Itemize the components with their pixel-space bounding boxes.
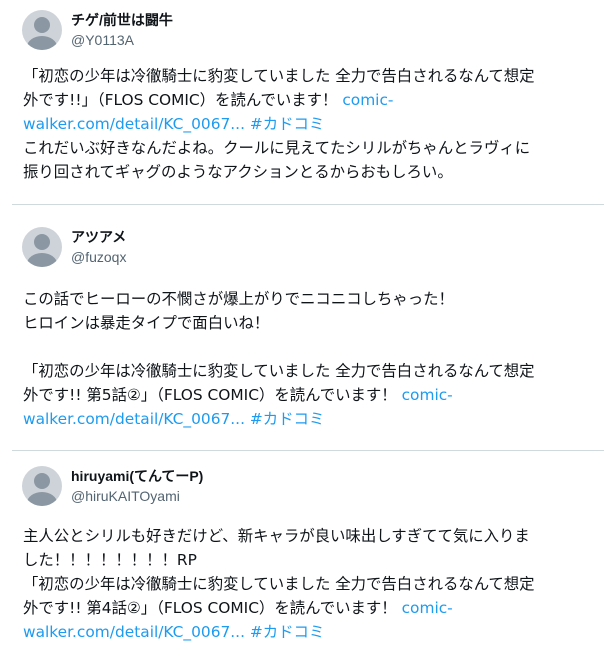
text-segment: 振り回されてギャグのようなアクションとるからおもしろい。: [23, 163, 453, 181]
text-segment: この話でヒーローの不憫さが爆上がりでニコニコしちゃった！: [23, 290, 454, 308]
text-segment: 外です!!」（FLOS COMIC）を読んでいます！: [23, 91, 343, 109]
tweet-text-line: 外です!!」（FLOS COMIC）を読んでいます！ comic-: [23, 88, 613, 112]
tweet-text: 「初恋の少年は冷徹騎士に豹変していました 全力で告白されるなんて想定 外です!!」…: [23, 64, 613, 184]
tweet-feed: チゲ/前世は闘牛 @Y0113A 「初恋の少年は冷徹騎士に豹変していました 全力…: [0, 0, 616, 656]
tweet-text-line: walker.com/detail/KC_0067... #カドコミ: [23, 407, 613, 431]
text-segment: 「初恋の少年は冷徹騎士に豹変していました 全力で告白されるなんて想定: [23, 362, 535, 380]
text-segment: 「初恋の少年は冷徹騎士に豹変していました 全力で告白されるなんて想定: [23, 67, 535, 85]
url-link[interactable]: walker.com/detail/KC_0067...: [23, 410, 245, 428]
tweet-text-line: 「初恋の少年は冷徹騎士に豹変していました 全力で告白されるなんて想定: [23, 64, 613, 88]
hashtag-link[interactable]: #カドコミ: [250, 623, 324, 641]
avatar-icon[interactable]: [22, 466, 62, 506]
author-names: チゲ/前世は闘牛 @Y0113A: [71, 10, 173, 50]
tweet-text-line: これだいぶ好きなんだよね。クールに見えてたシリルがちゃんとラヴィに: [23, 136, 613, 160]
user-handle[interactable]: @Y0113A: [71, 30, 173, 50]
avatar-shoulders: [27, 253, 57, 267]
display-name[interactable]: チゲ/前世は闘牛: [71, 10, 173, 30]
tweet-header: アツアメ @fuzoqx: [22, 217, 604, 269]
text-segment: 外です!! 第5話②」（FLOS COMIC）を読んでいます！: [23, 386, 402, 404]
tweet[interactable]: アツアメ @fuzoqx この話でヒーローの不憫さが爆上がりでニコニコしちゃった…: [0, 205, 616, 450]
url-link[interactable]: walker.com/detail/KC_0067...: [23, 115, 245, 133]
text-segment: これだいぶ好きなんだよね。クールに見えてたシリルがちゃんとラヴィに: [23, 139, 531, 157]
tweet-text-line: ヒロインは暴走タイプで面白いね！: [23, 311, 613, 335]
url-link[interactable]: comic-: [402, 599, 453, 617]
tweet-text-line: 外です!! 第5話②」（FLOS COMIC）を読んでいます！ comic-: [23, 383, 613, 407]
tweet[interactable]: hiruyami(てんてーP) @hiruKAITOyami 主人公とシリルも好…: [0, 451, 616, 656]
url-link[interactable]: walker.com/detail/KC_0067...: [23, 623, 245, 641]
author-names: hiruyami(てんてーP) @hiruKAITOyami: [71, 466, 203, 506]
text-segment: 主人公とシリルも好きだけど、新キャラが良い味出しすぎてて気に入りま: [23, 527, 530, 545]
tweet[interactable]: チゲ/前世は闘牛 @Y0113A 「初恋の少年は冷徹騎士に豹変していました 全力…: [0, 0, 616, 204]
user-handle[interactable]: @fuzoqx: [71, 247, 126, 267]
avatar-head: [34, 473, 50, 489]
avatar-shoulders: [27, 492, 57, 506]
url-link[interactable]: comic-: [402, 386, 453, 404]
tweet-text-line: 外です!! 第4話②」（FLOS COMIC）を読んでいます！ comic-: [23, 596, 613, 620]
avatar-icon[interactable]: [22, 227, 62, 267]
url-link[interactable]: comic-: [342, 91, 393, 109]
tweet-text-line: した！！！！！！！！RP: [23, 548, 613, 572]
tweet-text-line: 「初恋の少年は冷徹騎士に豹変していました 全力で告白されるなんて想定: [23, 359, 613, 383]
tweet-text: 主人公とシリルも好きだけど、新キャラが良い味出しすぎてて気に入りま した！！！！！…: [23, 524, 613, 644]
tweet-header: hiruyami(てんてーP) @hiruKAITOyami: [22, 456, 604, 508]
tweet-text-line: 振り回されてギャグのようなアクションとるからおもしろい。: [23, 160, 613, 184]
tweet-header: チゲ/前世は闘牛 @Y0113A: [22, 0, 604, 52]
tweet-text-line: 「初恋の少年は冷徹騎士に豹変していました 全力で告白されるなんて想定: [23, 572, 613, 596]
avatar-shoulders: [27, 36, 57, 50]
text-segment: 「初恋の少年は冷徹騎士に豹変していました 全力で告白されるなんて想定: [23, 575, 535, 593]
author-names: アツアメ @fuzoqx: [71, 227, 126, 267]
user-handle[interactable]: @hiruKAITOyami: [71, 486, 203, 506]
avatar-head: [34, 17, 50, 33]
text-segment: ヒロインは暴走タイプで面白いね！: [23, 314, 270, 332]
hashtag-link[interactable]: #カドコミ: [250, 410, 324, 428]
tweet-text-line: この話でヒーローの不憫さが爆上がりでニコニコしちゃった！: [23, 287, 613, 311]
text-segment: 外です!! 第4話②」（FLOS COMIC）を読んでいます！: [23, 599, 402, 617]
tweet-text-line: 主人公とシリルも好きだけど、新キャラが良い味出しすぎてて気に入りま: [23, 524, 613, 548]
tweet-text-line: walker.com/detail/KC_0067... #カドコミ: [23, 112, 613, 136]
text-segment: した！！！！！！！！RP: [23, 551, 197, 569]
avatar-icon[interactable]: [22, 10, 62, 50]
display-name[interactable]: hiruyami(てんてーP): [71, 466, 203, 486]
tweet-text-line: walker.com/detail/KC_0067... #カドコミ: [23, 620, 613, 644]
hashtag-link[interactable]: #カドコミ: [250, 115, 324, 133]
tweet-text: この話でヒーローの不憫さが爆上がりでニコニコしちゃった！ ヒロインは暴走タイプで面…: [23, 287, 613, 431]
avatar-head: [34, 234, 50, 250]
display-name[interactable]: アツアメ: [71, 227, 126, 247]
